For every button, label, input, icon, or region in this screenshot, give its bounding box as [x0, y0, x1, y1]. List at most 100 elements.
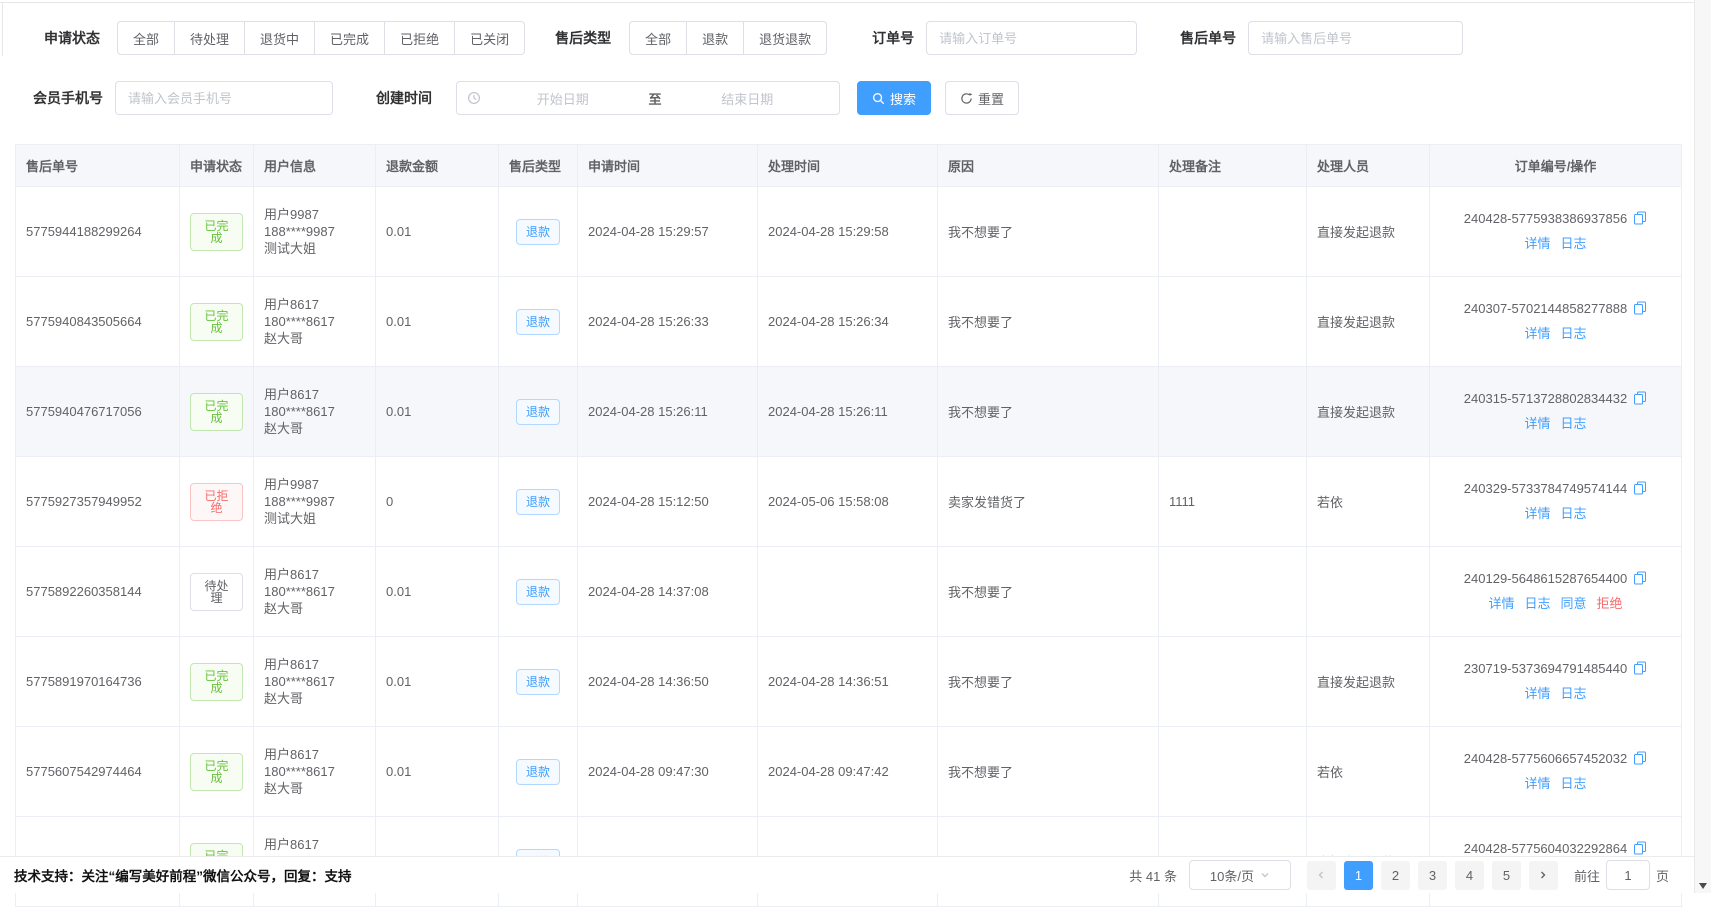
- handler: 若依: [1307, 727, 1430, 817]
- action-detail[interactable]: 详情: [1524, 776, 1550, 791]
- refund-amount: 0.01: [376, 277, 499, 367]
- reason: 我不想要了: [938, 367, 1159, 457]
- member-phone-input[interactable]: [115, 81, 333, 115]
- search-button[interactable]: 搜索: [857, 81, 931, 115]
- page-button-4[interactable]: 4: [1455, 861, 1484, 890]
- order-no: 240129-5648615287654400: [1464, 571, 1627, 586]
- action-log[interactable]: 日志: [1561, 326, 1587, 341]
- copy-icon[interactable]: [1633, 571, 1647, 590]
- user-cell: 用户8617 180****8617 赵大哥: [254, 637, 376, 727]
- apply-status-option-pending[interactable]: 待处理: [175, 21, 245, 55]
- support-text: 技术支持：关注“编写美好前程”微信公众号，回复：支持: [14, 865, 352, 885]
- copy-icon[interactable]: [1633, 301, 1647, 320]
- scrollbar-down-arrow-icon[interactable]: [1699, 883, 1707, 889]
- apply-status-option-returning[interactable]: 退货中: [245, 21, 315, 55]
- status-cell: 已完成: [180, 187, 254, 277]
- col-status: 申请状态: [180, 145, 254, 187]
- refund-amount: 0: [376, 457, 499, 547]
- remark: 1111: [1159, 457, 1307, 547]
- action-log[interactable]: 日志: [1561, 416, 1587, 431]
- type-cell: 退款: [499, 637, 578, 727]
- status-cell: 已拒绝: [180, 457, 254, 547]
- copy-icon[interactable]: [1633, 481, 1647, 500]
- pagination-total: 共 41 条: [1129, 866, 1177, 885]
- reset-button[interactable]: 重置: [945, 81, 1019, 115]
- user-phone: 188****9987: [264, 223, 365, 240]
- page-button-1[interactable]: 1: [1344, 861, 1373, 890]
- aftersale-type-label: 售后类型: [555, 28, 611, 48]
- type-badge: 退款: [516, 309, 560, 335]
- type-cell: 退款: [499, 457, 578, 547]
- page-button-3[interactable]: 3: [1418, 861, 1447, 890]
- page-button-2[interactable]: 2: [1381, 861, 1410, 890]
- type-cell: 退款: [499, 727, 578, 817]
- remark: [1159, 547, 1307, 637]
- user-nickname: 赵大哥: [264, 420, 365, 437]
- aftersale-type-option-return-refund[interactable]: 退货退款: [744, 21, 827, 55]
- action-detail[interactable]: 详情: [1524, 326, 1550, 341]
- action-detail[interactable]: 详情: [1524, 416, 1550, 431]
- type-cell: 退款: [499, 367, 578, 457]
- apply-status-option-completed[interactable]: 已完成: [315, 21, 385, 55]
- action-log[interactable]: 日志: [1561, 776, 1587, 791]
- search-button-label: 搜索: [890, 89, 916, 108]
- handler: 直接发起退款: [1307, 637, 1430, 727]
- user-nickname: 测试大姐: [264, 240, 365, 257]
- action-log[interactable]: 日志: [1561, 506, 1587, 521]
- prev-page-button[interactable]: [1307, 861, 1336, 890]
- remark: [1159, 277, 1307, 367]
- action-detail[interactable]: 详情: [1524, 236, 1550, 251]
- user-phone: 180****8617: [264, 313, 365, 330]
- chevron-left-icon: [1316, 870, 1326, 880]
- order-no: 240428-5775606657452032: [1464, 751, 1627, 766]
- action-log[interactable]: 日志: [1561, 236, 1587, 251]
- member-phone-label: 会员手机号: [33, 88, 103, 108]
- action-detail[interactable]: 详情: [1524, 506, 1550, 521]
- user-name: 用户9987: [264, 206, 365, 223]
- create-time-range-picker[interactable]: 开始日期 至 结束日期: [456, 81, 840, 115]
- copy-icon[interactable]: [1633, 661, 1647, 680]
- action-detail[interactable]: 详情: [1524, 686, 1550, 701]
- action-log[interactable]: 日志: [1561, 686, 1587, 701]
- apply-status-option-all[interactable]: 全部: [117, 21, 175, 55]
- apply-status-option-closed[interactable]: 已关闭: [455, 21, 525, 55]
- refund-amount: 0.01: [376, 367, 499, 457]
- aftersale-table: 售后单号 申请状态 用户信息 退款金额 售后类型 申请时间 处理时间 原因 处理…: [15, 144, 1683, 907]
- handle-time: 2024-04-28 14:36:51: [758, 637, 938, 727]
- action-reject[interactable]: 拒绝: [1597, 596, 1623, 611]
- action-approve[interactable]: 同意: [1561, 596, 1587, 611]
- aftersale-no-input[interactable]: [1248, 21, 1463, 55]
- handler: 直接发起退款: [1307, 367, 1430, 457]
- handle-time: 2024-04-28 15:26:34: [758, 277, 938, 367]
- table-row: 5775944188299264 已完成 用户9987 188****9987 …: [16, 187, 1682, 277]
- copy-icon[interactable]: [1633, 391, 1647, 410]
- handle-time: 2024-05-06 15:58:08: [758, 457, 938, 547]
- order-no-input[interactable]: [926, 21, 1137, 55]
- col-apply-time: 申请时间: [578, 145, 758, 187]
- apply-time: 2024-04-28 15:29:57: [578, 187, 758, 277]
- order-cell: 240307-5702144858277888 详情日志: [1430, 277, 1682, 367]
- order-cell: 230719-5373694791485440 详情日志: [1430, 637, 1682, 727]
- order-no: 240428-5775604032292864: [1464, 841, 1627, 856]
- page-size-select[interactable]: 10条/页: [1189, 860, 1291, 890]
- vertical-scrollbar[interactable]: [1694, 0, 1711, 893]
- handle-time: 2024-04-28 15:26:11: [758, 367, 938, 457]
- action-log[interactable]: 日志: [1524, 596, 1550, 611]
- refund-amount: 0.01: [376, 637, 499, 727]
- next-page-button[interactable]: [1529, 861, 1558, 890]
- table-row: 5775891970164736 已完成 用户8617 180****8617 …: [16, 637, 1682, 727]
- apply-time: 2024-04-28 15:26:11: [578, 367, 758, 457]
- col-user-info: 用户信息: [254, 145, 376, 187]
- copy-icon[interactable]: [1633, 751, 1647, 770]
- apply-status-option-rejected[interactable]: 已拒绝: [385, 21, 455, 55]
- aftersale-type-option-all[interactable]: 全部: [629, 21, 687, 55]
- user-cell: 用户8617 180****8617 赵大哥: [254, 547, 376, 637]
- copy-icon[interactable]: [1633, 211, 1647, 230]
- aftersale-type-option-refund[interactable]: 退款: [687, 21, 744, 55]
- type-badge: 退款: [516, 669, 560, 695]
- status-cell: 已完成: [180, 367, 254, 457]
- status-badge: 已完成: [190, 663, 243, 701]
- goto-page-input[interactable]: [1606, 860, 1650, 890]
- action-detail[interactable]: 详情: [1488, 596, 1514, 611]
- page-button-5[interactable]: 5: [1492, 861, 1521, 890]
